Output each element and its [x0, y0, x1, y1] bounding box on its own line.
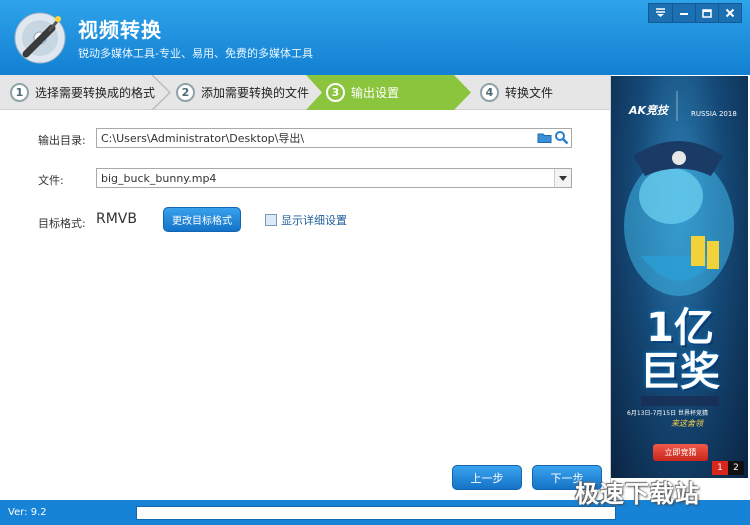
search-icon[interactable] [554, 130, 569, 145]
file-select-value: big_buck_bunny.mp4 [101, 171, 217, 185]
output-dir-label: 输出目录: [38, 134, 86, 147]
show-details-checkbox[interactable]: 显示详细设置 [265, 212, 347, 228]
maximize-icon[interactable] [695, 4, 718, 22]
step-label: 添加需要转换的文件 [201, 86, 310, 100]
checkbox-box[interactable] [265, 214, 277, 226]
file-label: 文件: [38, 174, 64, 187]
ad-logo: AK竞技 [629, 104, 669, 117]
app-title: 视频转换 [78, 18, 162, 42]
show-details-label: 显示详细设置 [281, 214, 347, 227]
window-controls [648, 3, 742, 23]
version-label: Ver: 9.2 [8, 507, 47, 518]
step-number: 1 [10, 83, 29, 102]
title-bar: 视频转换 锐动多媒体工具-专业、易用、免费的多媒体工具 [0, 0, 750, 75]
ad-pagination: 1 2 [712, 461, 744, 475]
output-dir-field[interactable]: C:\Users\Administrator\Desktop\导出\ [96, 128, 572, 148]
close-icon[interactable] [718, 4, 741, 22]
step-label: 选择需要转换成的格式 [35, 86, 156, 100]
output-dir-value: C:\Users\Administrator\Desktop\导出\ [101, 132, 305, 145]
app-logo-icon [14, 12, 66, 64]
step-3[interactable]: 3 输出设置 [326, 75, 399, 110]
change-format-button[interactable]: 更改目标格式 [163, 207, 241, 232]
format-label: 目标格式: [38, 217, 86, 230]
minimize-icon[interactable] [672, 4, 695, 22]
file-select[interactable]: big_buck_bunny.mp4 [96, 168, 572, 188]
ad-headline-line2: 巨奖 [640, 349, 720, 395]
progress-bar [136, 506, 616, 520]
folder-icon[interactable] [537, 130, 552, 145]
step-label: 转换文件 [505, 86, 554, 100]
step-1[interactable]: 1 选择需要转换成的格式 [10, 75, 155, 110]
ad-action-button[interactable]: 立即竞猜 [653, 444, 708, 461]
app-subtitle: 锐动多媒体工具-专业、易用、免费的多媒体工具 [78, 47, 313, 60]
watermark: 极速下载站 [575, 480, 700, 508]
step-2[interactable]: 2 添加需要转换的文件 [176, 75, 309, 110]
ad-slogan: 来这舍领 [671, 419, 703, 428]
prev-step-button[interactable]: 上一步 [452, 465, 522, 490]
ad-date: 6月13日-7月15日 世界杯竞猜 [627, 410, 708, 417]
ad-page-1[interactable]: 1 [712, 461, 728, 475]
step-navigation: 1 选择需要转换成的格式 2 添加需要转换的文件 3 输出设置 4 转换文件 [0, 75, 610, 110]
chevron-down-icon[interactable] [554, 169, 571, 187]
step-4[interactable]: 4 转换文件 [480, 75, 553, 110]
ad-headline: 1亿 巨奖 [619, 306, 741, 394]
step-number: 4 [480, 83, 499, 102]
format-value: RMVB [96, 211, 137, 227]
ad-event: RUSSIA 2018 [691, 110, 737, 118]
output-dir-actions [537, 130, 569, 145]
step-number: 2 [176, 83, 195, 102]
menu-icon[interactable] [649, 4, 672, 22]
step-number: 3 [326, 83, 345, 102]
ad-banner[interactable]: AK竞技 RUSSIA 2018 1亿 巨奖 6月13日-7月15日 世界杯竞猜… [611, 76, 748, 478]
ad-page-2[interactable]: 2 [728, 461, 744, 475]
step-separator-icon [151, 75, 172, 110]
step-label: 输出设置 [351, 86, 400, 100]
ad-headline-line1: 1亿 [646, 305, 714, 351]
